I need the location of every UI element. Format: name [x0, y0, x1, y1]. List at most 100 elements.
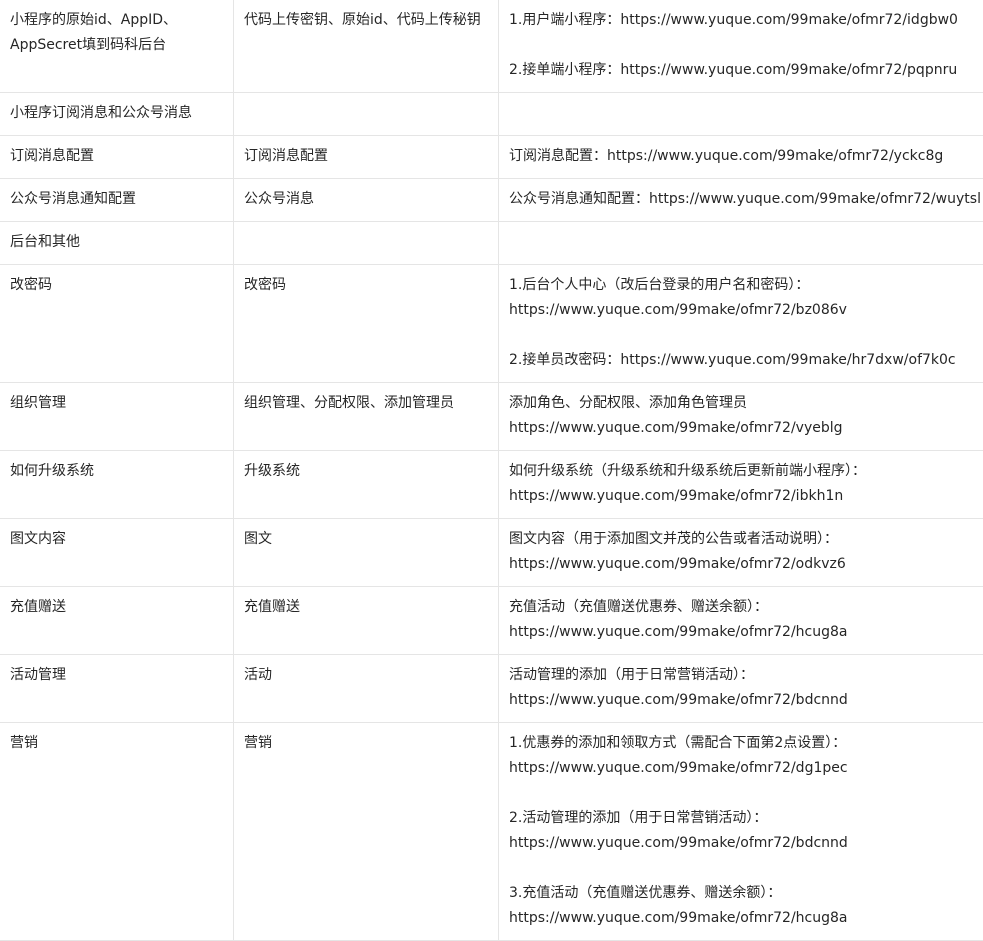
table-cell-col1: 后台和其他 — [0, 222, 234, 265]
cell-text: 1.后台个人中心（改后台登录的用户名和密码）： — [509, 273, 977, 298]
table-row: 改密码改密码 1.后台个人中心（改后台登录的用户名和密码）：https://www… — [0, 265, 983, 383]
cell-text: 升级系统 — [244, 459, 489, 484]
link-text[interactable]: https://www.yuque.com/99make/ofmr72/hcug… — [509, 906, 977, 931]
cell-text: 后台和其他 — [10, 230, 224, 255]
table-row: 组织管理组织管理、分配权限、添加管理员添加角色、分配权限、添加角色管理员http… — [0, 383, 983, 451]
table-cell-col2: 升级系统 — [234, 451, 499, 519]
link-text[interactable]: https://www.yuque.com/99make/ofmr72/bdcn… — [509, 688, 977, 713]
table-cell-col1: 活动管理 — [0, 655, 234, 723]
doc-table-body: 小程序的原始id、AppID、AppSecret填到码科后台代码上传密钥、原始i… — [0, 0, 983, 941]
table-cell-col1: 充值赠送 — [0, 587, 234, 655]
cell-text: 公众号消息通知配置 — [10, 187, 224, 212]
cell-text: 如何升级系统（升级系统和升级系统后更新前端小程序）： — [509, 459, 977, 484]
cell-text: 图文 — [244, 527, 489, 552]
link-text[interactable]: https://www.yuque.com/99make/ofmr72/bdcn… — [509, 831, 977, 856]
table-cell-col1: 小程序订阅消息和公众号消息 — [0, 93, 234, 136]
cell-text: 组织管理 — [10, 391, 224, 416]
table-cell-col2: 活动 — [234, 655, 499, 723]
cell-text: 订阅消息配置 — [244, 144, 489, 169]
cell-text: 添加角色、分配权限、添加角色管理员 — [509, 391, 977, 416]
cell-text: 充值赠送 — [10, 595, 224, 620]
table-cell-col1: 组织管理 — [0, 383, 234, 451]
table-cell-col3: 图文内容（用于添加图文并茂的公告或者活动说明）：https://www.yuqu… — [499, 519, 983, 587]
table-cell-col2: 组织管理、分配权限、添加管理员 — [234, 383, 499, 451]
cell-text: 营销 — [10, 731, 224, 756]
cell-text: 2.活动管理的添加（用于日常营销活动）： — [509, 806, 977, 831]
table-cell-col3: 1.优惠券的添加和领取方式（需配合下面第2点设置）：https://www.yu… — [499, 723, 983, 941]
table-cell-col2 — [234, 222, 499, 265]
link-text[interactable]: https://www.yuque.com/99make/ofmr72/dg1p… — [509, 756, 977, 781]
cell-text: 改密码 — [244, 273, 489, 298]
table-cell-col2: 代码上传密钥、原始id、代码上传秘钥 — [234, 0, 499, 93]
table-cell-col3: 订阅消息配置：https://www.yuque.com/99make/ofmr… — [499, 136, 983, 179]
table-cell-col2: 公众号消息 — [234, 179, 499, 222]
table-cell-col3: 1.后台个人中心（改后台登录的用户名和密码）：https://www.yuque… — [499, 265, 983, 383]
link-text[interactable]: https://www.yuque.com/99make/ofmr72/ibkh… — [509, 484, 977, 509]
cell-text: 营销 — [244, 731, 489, 756]
cell-text: 组织管理、分配权限、添加管理员 — [244, 391, 489, 416]
link-text[interactable]: 公众号消息通知配置：https://www.yuque.com/99make/o… — [509, 187, 977, 212]
cell-text: 公众号消息 — [244, 187, 489, 212]
table-cell-col1: 小程序的原始id、AppID、AppSecret填到码科后台 — [0, 0, 234, 93]
table-row: 公众号消息通知配置公众号消息公众号消息通知配置：https://www.yuqu… — [0, 179, 983, 222]
table-row: 图文内容图文图文内容（用于添加图文并茂的公告或者活动说明）：https://ww… — [0, 519, 983, 587]
cell-text: 1.优惠券的添加和领取方式（需配合下面第2点设置）： — [509, 731, 977, 756]
cell-text: 充值赠送 — [244, 595, 489, 620]
cell-text: 图文内容 — [10, 527, 224, 552]
blank-line — [509, 33, 977, 58]
table-row: 营销营销1.优惠券的添加和领取方式（需配合下面第2点设置）：https://ww… — [0, 723, 983, 941]
table-cell-col2: 图文 — [234, 519, 499, 587]
doc-table: 小程序的原始id、AppID、AppSecret填到码科后台代码上传密钥、原始i… — [0, 0, 983, 941]
cell-text: 3.充值活动（充值赠送优惠券、赠送余额）： — [509, 881, 977, 906]
table-cell-col1: 公众号消息通知配置 — [0, 179, 234, 222]
cell-text: 图文内容（用于添加图文并茂的公告或者活动说明）： — [509, 527, 977, 552]
cell-text: 改密码 — [10, 273, 224, 298]
table-cell-col3: 充值活动（充值赠送优惠券、赠送余额）：https://www.yuque.com… — [499, 587, 983, 655]
table-cell-col2: 改密码 — [234, 265, 499, 383]
table-cell-col3 — [499, 222, 983, 265]
table-row: 如何升级系统升级系统如何升级系统（升级系统和升级系统后更新前端小程序）：http… — [0, 451, 983, 519]
link-text[interactable]: 1.用户端小程序：https://www.yuque.com/99make/of… — [509, 8, 977, 33]
link-text[interactable]: 2.接单端小程序：https://www.yuque.com/99make/of… — [509, 58, 977, 83]
cell-text: 如何升级系统 — [10, 459, 224, 484]
table-cell-col3: 公众号消息通知配置：https://www.yuque.com/99make/o… — [499, 179, 983, 222]
blank-line — [509, 323, 977, 348]
cell-text: 活动管理 — [10, 663, 224, 688]
cell-text: 小程序订阅消息和公众号消息 — [10, 101, 224, 126]
table-cell-col1: 图文内容 — [0, 519, 234, 587]
table-row: 活动管理活动活动管理的添加（用于日常营销活动）：https://www.yuqu… — [0, 655, 983, 723]
table-cell-col3 — [499, 93, 983, 136]
table-row: 小程序订阅消息和公众号消息 — [0, 93, 983, 136]
table-cell-col3: 如何升级系统（升级系统和升级系统后更新前端小程序）：https://www.yu… — [499, 451, 983, 519]
table-cell-col2: 充值赠送 — [234, 587, 499, 655]
table-cell-col3: 活动管理的添加（用于日常营销活动）：https://www.yuque.com/… — [499, 655, 983, 723]
table-cell-col2: 订阅消息配置 — [234, 136, 499, 179]
cell-text: 小程序的原始id、AppID、 — [10, 8, 224, 33]
link-text[interactable]: https://www.yuque.com/99make/ofmr72/hcug… — [509, 620, 977, 645]
table-row: 订阅消息配置订阅消息配置订阅消息配置：https://www.yuque.com… — [0, 136, 983, 179]
table-cell-col1: 改密码 — [0, 265, 234, 383]
table-cell-col1: 订阅消息配置 — [0, 136, 234, 179]
table-cell-col3: 添加角色、分配权限、添加角色管理员https://www.yuque.com/9… — [499, 383, 983, 451]
link-text[interactable]: https://www.yuque.com/99make/ofmr72/bz08… — [509, 298, 977, 323]
cell-text: 订阅消息配置 — [10, 144, 224, 169]
link-text[interactable]: https://www.yuque.com/99make/ofmr72/vyeb… — [509, 416, 977, 441]
table-row: 后台和其他 — [0, 222, 983, 265]
blank-line — [509, 856, 977, 881]
cell-text: 充值活动（充值赠送优惠券、赠送余额）： — [509, 595, 977, 620]
table-cell-col2 — [234, 93, 499, 136]
cell-text: 代码上传密钥、原始id、代码上传秘钥 — [244, 8, 489, 33]
table-cell-col1: 如何升级系统 — [0, 451, 234, 519]
table-cell-col2: 营销 — [234, 723, 499, 941]
link-text[interactable]: 2.接单员改密码：https://www.yuque.com/99make/hr… — [509, 348, 977, 373]
cell-text: AppSecret填到码科后台 — [10, 33, 224, 58]
blank-line — [509, 781, 977, 806]
table-row: 小程序的原始id、AppID、AppSecret填到码科后台代码上传密钥、原始i… — [0, 0, 983, 93]
cell-text: 活动管理的添加（用于日常营销活动）： — [509, 663, 977, 688]
table-cell-col3: 1.用户端小程序：https://www.yuque.com/99make/of… — [499, 0, 983, 93]
cell-text: 活动 — [244, 663, 489, 688]
table-cell-col1: 营销 — [0, 723, 234, 941]
link-text[interactable]: https://www.yuque.com/99make/ofmr72/odkv… — [509, 552, 977, 577]
table-row: 充值赠送充值赠送充值活动（充值赠送优惠券、赠送余额）：https://www.y… — [0, 587, 983, 655]
link-text[interactable]: 订阅消息配置：https://www.yuque.com/99make/ofmr… — [509, 144, 977, 169]
